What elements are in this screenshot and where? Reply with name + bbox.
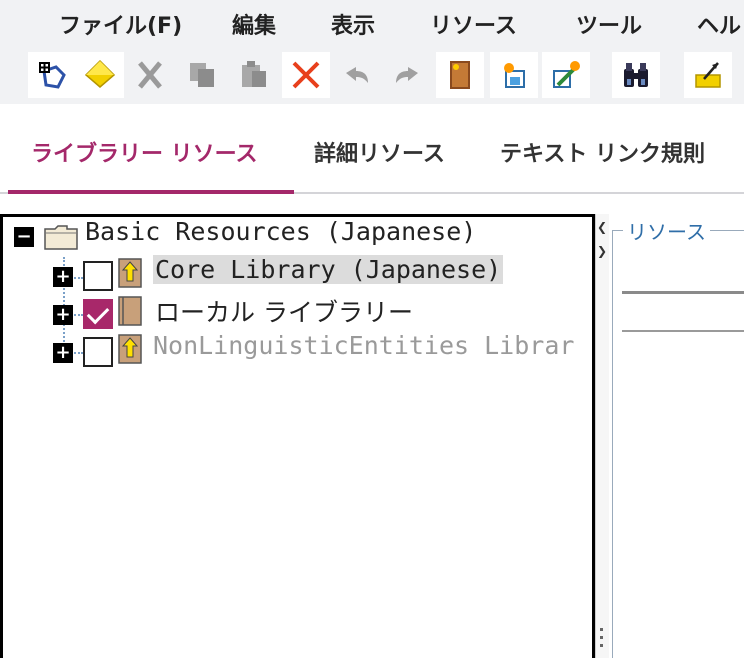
new-icon xyxy=(39,62,66,89)
undo-button[interactable] xyxy=(332,52,380,98)
resource-tree[interactable]: − Basic Resources (Japanese) + Core Libr… xyxy=(0,214,595,658)
library-book-icon xyxy=(118,296,142,326)
expand-right-icon[interactable]: ❯ xyxy=(597,244,607,258)
menu-resources[interactable]: リソース xyxy=(430,8,517,40)
tree-root-label: Basic Resources (Japanese) xyxy=(85,217,477,246)
menu-file[interactable]: ファイル(F) xyxy=(59,8,182,40)
tab-text-link-rules[interactable]: テキスト リンク規則 xyxy=(500,136,705,168)
import-icon xyxy=(504,63,525,88)
tab-library-resources[interactable]: ライブラリー リソース xyxy=(31,136,258,168)
library-book-icon xyxy=(118,258,142,288)
undo-icon xyxy=(346,67,368,83)
resource-group-legend: リソース xyxy=(623,216,710,245)
find-icon xyxy=(624,63,648,87)
delete-icon xyxy=(292,61,320,89)
diamond-button[interactable] xyxy=(76,52,124,98)
core-library-checkbox[interactable] xyxy=(83,261,113,291)
nonlinguistic-checkbox[interactable] xyxy=(83,337,113,367)
tab-detail-resources[interactable]: 詳細リソース xyxy=(314,136,445,168)
book-icon xyxy=(450,61,470,89)
expand-icon[interactable]: + xyxy=(53,343,73,363)
toolbar xyxy=(0,48,744,104)
copy-button[interactable] xyxy=(178,52,226,98)
book-button[interactable] xyxy=(436,52,484,98)
active-tab-indicator xyxy=(8,190,294,194)
tree-root-node[interactable]: − Basic Resources (Japanese) xyxy=(3,217,592,251)
tab-bar: ライブラリー リソース 詳細リソース テキスト リンク規則 xyxy=(0,104,744,194)
tree-node-nonlinguistic[interactable]: + NonLinguisticEntities Librar xyxy=(3,331,592,367)
paste-icon xyxy=(242,61,266,87)
expand-icon[interactable]: + xyxy=(53,267,73,287)
import-button[interactable] xyxy=(490,52,538,98)
new-button[interactable] xyxy=(28,52,76,98)
local-library-checkbox[interactable] xyxy=(83,299,113,329)
cut-button[interactable] xyxy=(126,52,174,98)
grip-icon xyxy=(600,628,603,631)
collapse-left-icon[interactable]: ❮ xyxy=(597,220,607,234)
menu-view[interactable]: 表示 xyxy=(331,8,375,40)
tree-node-local-library[interactable]: + ローカル ライブラリー xyxy=(3,293,592,329)
copy-icon xyxy=(190,63,214,87)
resource-detail-panel: リソース xyxy=(609,214,744,658)
core-library-label: Core Library (Japanese) xyxy=(153,255,504,284)
edit-resource-icon xyxy=(553,61,580,88)
folder-icon xyxy=(44,225,78,250)
menu-tools[interactable]: ツール xyxy=(576,8,642,40)
diamond-icon xyxy=(84,59,116,88)
menu-bar: ファイル(F) 編集 表示 リソース ツール ヘル xyxy=(0,0,744,48)
grip-icon xyxy=(600,644,603,647)
edit-resource-button[interactable] xyxy=(542,52,590,98)
nonlinguistic-label: NonLinguisticEntities Librar xyxy=(153,331,575,360)
redo-button[interactable] xyxy=(384,52,432,98)
cut-icon xyxy=(138,61,162,89)
menu-help[interactable]: ヘル xyxy=(697,8,741,40)
local-library-label: ローカル ライブラリー xyxy=(155,298,413,327)
collapse-icon[interactable]: − xyxy=(14,227,34,247)
export-icon xyxy=(695,62,721,88)
paste-button[interactable] xyxy=(230,52,278,98)
divider xyxy=(622,330,744,332)
library-book-icon xyxy=(118,334,142,364)
fieldset-border xyxy=(612,230,613,658)
menu-edit[interactable]: 編集 xyxy=(232,8,276,40)
delete-button[interactable] xyxy=(282,52,330,98)
export-button[interactable] xyxy=(684,52,732,98)
divider xyxy=(622,291,744,294)
expand-icon[interactable]: + xyxy=(53,305,73,325)
tree-node-core-library[interactable]: + Core Library (Japanese) xyxy=(3,255,592,291)
grip-icon xyxy=(600,636,603,639)
redo-icon xyxy=(396,67,418,83)
panel-splitter[interactable]: ❮ ❯ xyxy=(595,214,609,658)
find-button[interactable] xyxy=(612,52,660,98)
